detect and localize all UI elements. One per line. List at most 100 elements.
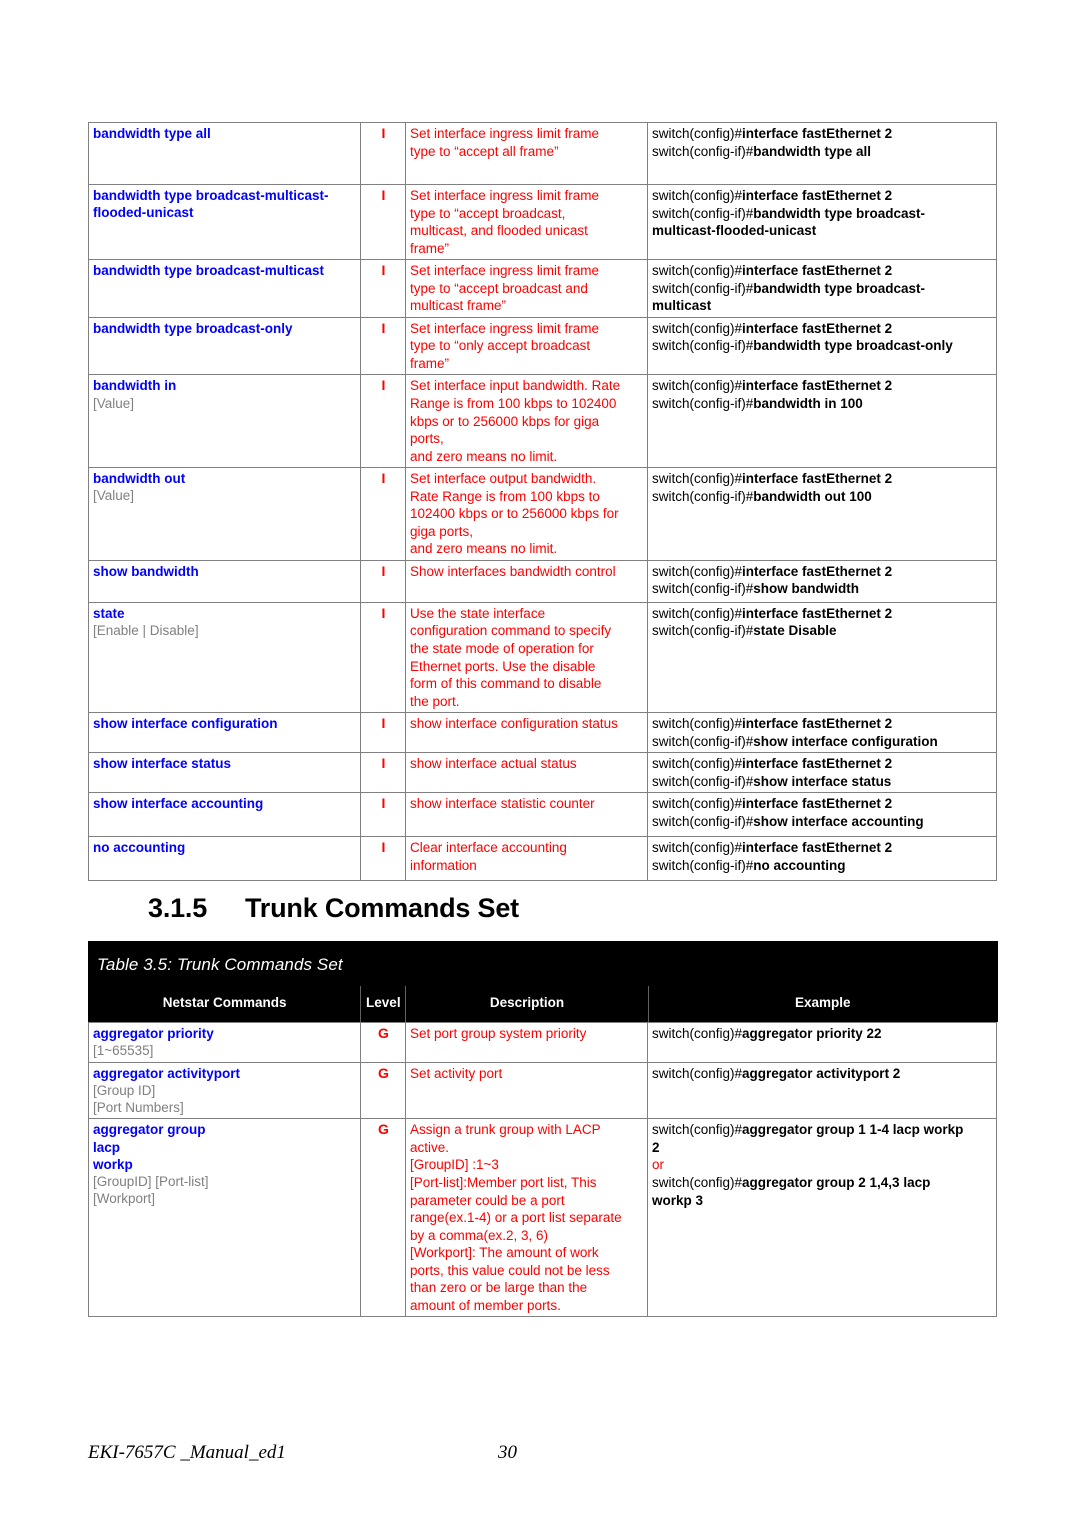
column-header-netstar-commands: Netstar Commands <box>87 986 362 1022</box>
example-line: switch(config-if)#bandwidth in 100 <box>652 395 993 413</box>
example-line: switch(config)#interface fastEthernet 2 <box>652 605 993 623</box>
command-parameters: [Value] <box>93 488 135 504</box>
cell-command: bandwidth type broadcast-only <box>88 316 361 376</box>
cell-level: G <box>360 1061 406 1120</box>
example-command: state Disable <box>753 623 837 639</box>
cell-example: switch(config)#interface fastEthernet 2s… <box>647 752 997 794</box>
example-line: switch(config-if)#bandwidth type broadca… <box>652 280 993 298</box>
example-command: interface fastEthernet 2 <box>742 605 893 621</box>
command-parameters: [Value] <box>93 395 135 411</box>
cell-description: show interface configuration status <box>405 712 648 754</box>
cell-description: Set interface ingress limit frame type t… <box>405 316 648 376</box>
cell-level: I <box>360 712 406 754</box>
cell-level: I <box>360 792 406 838</box>
example-line: switch(config)#aggregator activityport 2 <box>652 1065 993 1083</box>
example-line: switch(config)#aggregator group 1 1-4 la… <box>652 1121 993 1139</box>
section-number: 3.1.5 <box>148 893 208 923</box>
table-caption: Table 3.5: Trunk Commands Set <box>88 941 998 986</box>
cell-level: I <box>360 374 406 469</box>
example-line: switch(config-if)#bandwidth type broadca… <box>652 337 993 355</box>
command-name: aggregator group lacp workp <box>93 1122 206 1172</box>
table-row: bandwidth type broadcast-multicast I Set i… <box>88 259 997 318</box>
cell-example: switch(config)#aggregator group 1 1-4 la… <box>647 1118 997 1318</box>
example-command: interface fastEthernet 2 <box>742 840 893 856</box>
example-prompt: switch(config-if)# <box>652 488 754 504</box>
command-name: show interface configuration <box>93 716 278 732</box>
table-row: aggregator priority [1~65535] G Set port gr… <box>88 1022 997 1063</box>
example-line: switch(config)#interface fastEthernet 2 <box>652 470 993 488</box>
example-line: switch(config-if)#state Disable <box>652 622 993 640</box>
example-line: switch(config)#interface fastEthernet 2 <box>652 755 993 773</box>
cell-example: switch(config)#interface fastEthernet 2s… <box>647 316 997 376</box>
cell-description: Clear interface accounting information <box>405 836 648 882</box>
example-line: multicast <box>652 297 993 315</box>
command-name: bandwidth out <box>93 471 186 487</box>
example-line: switch(config)#interface fastEthernet 2 <box>652 795 993 813</box>
example-prompt: switch(config-if)# <box>652 205 754 221</box>
example-command: bandwidth in 100 <box>753 396 863 412</box>
cell-level: I <box>360 122 406 185</box>
example-command: interface fastEthernet 2 <box>742 796 893 812</box>
cell-command: bandwidth out [Value] <box>88 467 361 561</box>
example-prompt: switch(config)# <box>652 563 743 579</box>
example-line: switch(config-if)#show interface status <box>652 773 993 791</box>
example-command: workp 3 <box>652 1192 704 1208</box>
example-prompt: switch(config)# <box>652 605 743 621</box>
example-prompt: switch(config-if)# <box>652 857 754 873</box>
example-command: aggregator group 1 1-4 lacp workp <box>742 1122 964 1138</box>
example-prompt: switch(config-if)# <box>652 623 754 639</box>
command-name: state <box>93 605 125 621</box>
cell-example: switch(config)#interface fastEthernet 2s… <box>647 712 997 754</box>
table-row: show interface status Ishow interface act… <box>88 752 997 794</box>
cell-example: switch(config)#interface fastEthernet 2s… <box>647 374 997 469</box>
cell-example: switch(config)#interface fastEthernet 2s… <box>647 259 997 318</box>
cell-example: switch(config)#interface fastEthernet 2s… <box>647 122 997 185</box>
column-header-description: Description <box>405 986 649 1022</box>
example-prompt: switch(config-if)# <box>652 338 754 354</box>
column-header-example: Example <box>647 986 999 1022</box>
cell-description: show interface statistic counter <box>405 792 648 838</box>
example-command: interface fastEthernet 2 <box>742 263 893 279</box>
example-prompt: switch(config)# <box>652 263 743 279</box>
cell-description: Set interface ingress limit frame type t… <box>405 183 648 261</box>
table-row: bandwidth out [Value] I Set interface outpu… <box>88 467 997 561</box>
document-page: bandwidth type all I Set interface ingress… <box>0 0 1080 1528</box>
cell-level: I <box>360 259 406 318</box>
section-title: Trunk Commands Set <box>245 893 519 923</box>
cell-example: switch(config)#aggregator priority 22 <box>647 1022 997 1063</box>
example-command: multicast <box>652 298 712 314</box>
cell-description: Set interface output bandwidth. Rate Ran… <box>405 467 648 561</box>
cell-level: G <box>360 1022 406 1063</box>
cell-example: switch(config)#interface fastEthernet 2s… <box>647 183 997 261</box>
cell-description: show interface actual status <box>405 752 648 794</box>
example-command: aggregator activityport 2 <box>742 1065 901 1081</box>
interface-commands-table: bandwidth type all I Set interface ingress… <box>88 122 997 882</box>
command-name: show bandwidth <box>93 563 199 579</box>
cell-command: show interface accounting <box>88 792 361 838</box>
cell-example: switch(config)#aggregator activityport 2 <box>647 1061 997 1120</box>
example-command: show interface accounting <box>753 813 924 829</box>
table-row: bandwidth type broadcast-multicast- floo… <box>88 183 997 261</box>
table-row: aggregator activityport [Group ID] [Port … <box>88 1061 997 1120</box>
example-prompt: switch(config)# <box>652 126 743 141</box>
cell-level: G <box>360 1118 406 1318</box>
example-line: switch(config-if)#bandwidth type broadca… <box>652 205 993 223</box>
footer-page-number: 30 <box>498 1442 517 1463</box>
example-command: interface fastEthernet 2 <box>742 756 893 772</box>
example-command: interface fastEthernet 2 <box>742 563 893 579</box>
example-line: switch(config-if)#show bandwidth <box>652 580 993 598</box>
example-prompt: switch(config)# <box>652 840 743 856</box>
command-name: show interface accounting <box>93 796 264 812</box>
cell-level: I <box>360 836 406 882</box>
cell-command: show interface configuration <box>88 712 361 754</box>
cell-level: I <box>360 183 406 261</box>
table-header-row: Netstar Commands Level Description Examp… <box>87 986 999 1022</box>
cell-level: I <box>360 316 406 376</box>
cell-level: I <box>360 467 406 561</box>
command-parameters: [1~65535] <box>93 1043 154 1059</box>
example-prompt: switch(config-if)# <box>652 733 754 749</box>
example-prompt: switch(config)# <box>652 471 743 487</box>
command-name: aggregator priority <box>93 1026 214 1041</box>
section-heading: 3.1.5 Trunk Commands Set <box>148 893 519 924</box>
cell-command: no accounting <box>88 836 361 882</box>
